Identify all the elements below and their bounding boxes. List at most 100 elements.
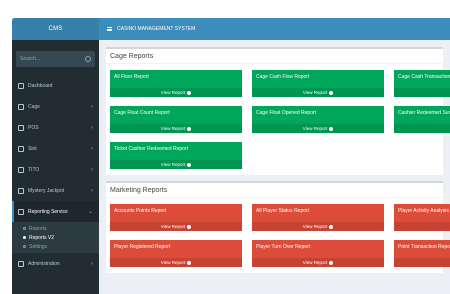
submenu-item-reports[interactable]: Reports [12, 224, 99, 233]
jackpot-icon [18, 187, 24, 194]
report-tile-title: Point Transaction Report [398, 244, 450, 250]
submenu-label: Reports [29, 225, 47, 232]
sidebar-item-cage[interactable]: Cage ‹ [12, 96, 99, 117]
sidebar-search-input[interactable]: Search... [16, 51, 95, 67]
report-tile[interactable]: Player Registered Report View Report [110, 240, 242, 267]
chevron-left-icon: ‹ [91, 166, 93, 173]
view-report-link[interactable]: View [394, 222, 450, 231]
sidebar-item-pos[interactable]: POS ‹ [12, 117, 99, 138]
chevron-left-icon: ‹ [91, 103, 93, 110]
view-report-label: View Report [302, 260, 328, 265]
arrow-circle-right-icon [329, 224, 334, 229]
sidebar: CMS Search... Dashboard Cage ‹ POS ‹ Slo… [12, 18, 99, 294]
view-report-link[interactable]: View Report [110, 222, 242, 231]
sidebar-item-mystery-jackpot[interactable]: Mystery Jackpot ‹ [12, 180, 99, 201]
sidebar-item-label: Administration [28, 260, 60, 267]
chevron-down-icon: ⌄ [87, 209, 93, 215]
search-icon[interactable] [85, 56, 91, 62]
sidebar-item-label: Cage [28, 103, 40, 110]
view-report-link[interactable]: View Report [110, 88, 242, 97]
section-title: Marketing Reports [106, 183, 443, 198]
submenu-item-reports-v2[interactable]: Reports V2 [12, 233, 99, 242]
report-tile[interactable]: Cage Float Opened Report View Report [252, 106, 384, 133]
report-tile[interactable]: Cage Cash Transaction Type View [394, 70, 450, 97]
report-tile-title: All Floor Report [114, 74, 149, 80]
report-tile[interactable]: Cage Float Count Report View Report [110, 106, 242, 133]
tito-icon [18, 166, 24, 173]
arrow-circle-right-icon [187, 162, 192, 167]
view-report-label: View Report [302, 126, 328, 131]
sidebar-item-label: Slot [28, 145, 37, 152]
report-tile-title: Ticket Cashier Redeemed Report [114, 146, 189, 152]
arrow-circle-right-icon [187, 90, 192, 95]
view-report-label: View Report [160, 162, 186, 167]
menu-toggle-icon[interactable] [107, 27, 112, 31]
report-tile-title: Cashier Redeemed Summary [398, 110, 450, 116]
report-tile[interactable]: Accounts Points Report View Report [110, 204, 242, 231]
view-report-label: View Report [160, 126, 186, 131]
cage-icon [18, 103, 24, 110]
sidebar-item-label: Reporting Service [28, 208, 68, 215]
sidebar-item-dashboard[interactable]: Dashboard [12, 75, 99, 96]
report-tile[interactable]: Player Activity Analysis Rep View [394, 204, 450, 231]
report-tile[interactable]: Ticket Cashier Redeemed Report View Repor… [110, 142, 242, 169]
circle-icon [23, 245, 26, 248]
report-tile[interactable]: Cashier Redeemed Summary View [394, 106, 450, 133]
report-tile[interactable]: Cage Cash Flow Report View Report [252, 70, 384, 97]
report-tile-title: Accounts Points Report [114, 208, 167, 214]
view-report-link[interactable]: View Report [252, 222, 384, 231]
sidebar-item-tito[interactable]: TITO ‹ [12, 159, 99, 180]
arrow-circle-right-icon [329, 126, 334, 131]
reporting-submenu: Reports Reports V2 Settings [12, 222, 99, 253]
marketing-reports-box: Marketing Reports Accounts Points Report… [106, 181, 450, 273]
sidebar-item-administration[interactable]: Administration ‹ [12, 253, 99, 274]
report-tile-title: Cage Float Count Report [114, 110, 170, 116]
view-report-link[interactable]: View Report [110, 160, 242, 169]
chevron-left-icon: ‹ [91, 145, 93, 152]
report-tile[interactable]: All Player Status Report View Report [252, 204, 384, 231]
view-report-link[interactable]: View [394, 88, 450, 97]
submenu-item-settings[interactable]: Settings [12, 242, 99, 251]
report-tile-title: Cage Float Opened Report [256, 110, 317, 116]
report-tile[interactable]: Player Turn Over Report View Report [252, 240, 384, 267]
main-content: Cage Reports All Floor Report View Report… [99, 40, 450, 294]
view-report-link[interactable]: View Report [252, 88, 384, 97]
view-report-link[interactable]: View [394, 124, 450, 133]
report-tile-title: Player Registered Report [114, 244, 171, 250]
circle-icon [23, 236, 26, 239]
view-report-link[interactable]: View Report [110, 258, 242, 267]
view-report-link[interactable]: View [394, 258, 450, 267]
sidebar-item-label: Dashboard [28, 82, 53, 89]
chevron-left-icon: ‹ [91, 260, 93, 267]
view-report-label: View Report [160, 90, 186, 95]
marketing-tiles: Accounts Points Report View Report All Pla… [106, 198, 450, 273]
pos-icon [18, 124, 24, 131]
view-report-label: View Report [302, 90, 328, 95]
cage-reports-box: Cage Reports All Floor Report View Report… [106, 47, 450, 175]
page-title: CASINO MANAGEMENT SYSTEM [117, 26, 196, 32]
arrow-circle-right-icon [329, 90, 334, 95]
view-report-link[interactable]: View Report [252, 124, 384, 133]
chevron-left-icon: ‹ [91, 187, 93, 194]
app-logo[interactable]: CMS [12, 18, 99, 40]
top-header: CASINO MANAGEMENT SYSTEM [99, 18, 450, 40]
search-placeholder: Search... [20, 56, 41, 62]
report-tile-title: Player Activity Analysis Rep [398, 208, 450, 214]
admin-icon [18, 260, 24, 267]
view-report-link[interactable]: View Report [110, 124, 242, 133]
sidebar-item-label: POS [28, 124, 39, 131]
arrow-circle-right-icon [187, 126, 192, 131]
view-report-link[interactable]: View Report [252, 258, 384, 267]
sidebar-item-reporting-service[interactable]: Reporting Service ⌄ [12, 201, 99, 222]
submenu-label: Reports V2 [29, 234, 55, 241]
report-tile-title: Cage Cash Flow Report [256, 74, 310, 80]
view-report-label: View Report [160, 224, 186, 229]
report-tile[interactable]: All Floor Report View Report [110, 70, 242, 97]
cage-tiles: All Floor Report View Report Cage Cash Flo… [106, 64, 450, 175]
app-window: CMS Search... Dashboard Cage ‹ POS ‹ Slo… [12, 18, 450, 294]
report-tile[interactable]: Point Transaction Report View [394, 240, 450, 267]
sidebar-item-slot[interactable]: Slot ‹ [12, 138, 99, 159]
sidebar-item-label: Mystery Jackpot [28, 187, 65, 194]
report-tile-title: Cage Cash Transaction Type [398, 74, 450, 80]
arrow-circle-right-icon [187, 224, 192, 229]
